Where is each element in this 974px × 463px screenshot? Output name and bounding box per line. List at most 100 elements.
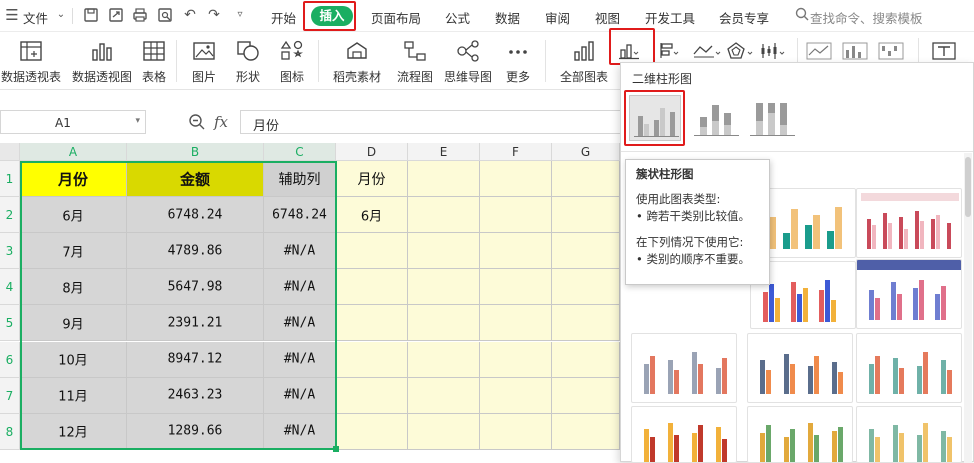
column-header[interactable]: B [127,143,264,161]
chart-template-thumbnail[interactable] [856,188,962,258]
table-cell[interactable]: 6月 [336,197,408,234]
table-cell[interactable] [408,269,480,306]
tab-insert[interactable]: 插入 [311,6,353,26]
pivot-table-button[interactable]: 数据透视表 [0,32,62,90]
spreadsheet-grid[interactable]: A B C D E F G 1 月份 金额 辅助列 月份 2 6月 6748.24 6748.2… [0,143,620,462]
chart-template-thumbnail[interactable] [631,333,737,403]
table-button[interactable]: 表格 [138,32,170,90]
table-cell[interactable]: 1289.66 [127,413,264,450]
sparkline-column-icon[interactable] [842,42,868,60]
table-cell[interactable] [552,413,620,450]
table-cell[interactable]: #N/A [264,233,336,270]
chart-template-thumbnail[interactable] [856,259,962,329]
shape-button[interactable]: 形状 [228,32,268,90]
table-cell[interactable]: 2463.23 [127,377,264,414]
table-cell[interactable]: 辅助列 [264,161,336,198]
table-cell[interactable]: 2391.21 [127,305,264,342]
command-search[interactable]: 查找命令、搜索模板 [810,8,923,27]
row-header[interactable]: 5 [0,305,20,342]
row-header[interactable]: 1 [0,161,20,198]
chart-template-thumbnail[interactable] [856,406,962,463]
sparkline-winloss-icon[interactable] [878,42,904,60]
textbox-icon[interactable] [932,42,956,60]
column-header[interactable]: A [20,143,127,161]
stock-chart-icon[interactable] [759,42,789,60]
table-cell[interactable]: #N/A [264,413,336,450]
table-cell[interactable]: 12月 [20,413,127,450]
table-cell[interactable] [480,341,552,378]
table-cell[interactable]: 8月 [20,269,127,306]
table-cell[interactable]: 4789.86 [127,233,264,270]
all-charts-button[interactable]: 全部图表 [552,32,616,90]
table-cell[interactable]: 月份 [20,161,127,198]
table-cell[interactable] [552,377,620,414]
bar-chart-icon[interactable] [659,42,681,60]
table-cell[interactable]: 10月 [20,341,127,378]
table-cell[interactable]: 6月 [20,197,127,234]
percent-stacked-column-option[interactable] [746,95,798,141]
table-cell[interactable] [408,341,480,378]
table-cell[interactable] [480,377,552,414]
print-preview-icon[interactable] [157,7,173,23]
table-cell[interactable]: #N/A [264,377,336,414]
table-cell[interactable] [336,341,408,378]
column-header[interactable]: E [408,143,480,161]
row-header[interactable]: 7 [0,377,20,414]
table-cell[interactable] [336,377,408,414]
row-header[interactable]: 4 [0,269,20,306]
table-cell[interactable] [480,233,552,270]
table-cell[interactable] [480,305,552,342]
table-cell[interactable] [552,161,620,198]
table-cell[interactable]: 6748.24 [127,197,264,234]
print-icon[interactable] [132,7,148,23]
table-cell[interactable]: #N/A [264,305,336,342]
tab-view[interactable]: 视图 [595,8,620,27]
clustered-column-option[interactable] [629,95,681,141]
fill-handle[interactable] [333,446,339,452]
tab-home[interactable]: 开始 [271,8,296,27]
pivot-chart-button[interactable]: 数据透视图 [70,32,134,90]
column-header[interactable]: G [552,143,620,161]
tab-developer[interactable]: 开发工具 [645,8,695,27]
table-cell[interactable]: 6748.24 [264,197,336,234]
fx-button[interactable]: fx [214,113,228,131]
table-cell[interactable] [552,197,620,234]
tab-page-layout[interactable]: 页面布局 [371,8,421,27]
radar-chart-icon[interactable] [726,42,756,60]
table-cell[interactable]: 月份 [336,161,408,198]
table-cell[interactable] [408,413,480,450]
table-cell[interactable] [480,413,552,450]
table-cell[interactable] [336,413,408,450]
mindmap-button[interactable]: 思维导图 [442,32,494,90]
table-cell[interactable] [480,161,552,198]
table-cell[interactable]: 11月 [20,377,127,414]
table-cell[interactable] [408,197,480,234]
picture-button[interactable]: 图片 [184,32,224,90]
table-cell[interactable]: 9月 [20,305,127,342]
chevron-down-icon[interactable]: ▾ [135,116,140,126]
save-icon[interactable] [83,7,99,23]
file-menu[interactable]: 文件 [23,8,48,27]
table-cell[interactable] [552,305,620,342]
table-cell[interactable]: 5647.98 [127,269,264,306]
more-button[interactable]: 更多 [498,32,538,90]
column-header[interactable]: F [480,143,552,161]
name-box[interactable]: A1 ▾ [0,110,146,134]
table-cell[interactable] [552,341,620,378]
customize-toolbar-icon[interactable]: ▿ [232,7,248,23]
sparkline-line-icon[interactable] [806,42,832,60]
table-cell[interactable] [408,377,480,414]
table-cell[interactable]: 7月 [20,233,127,270]
table-cell[interactable] [552,269,620,306]
column-header[interactable]: C [264,143,336,161]
chart-template-thumbnail[interactable] [856,333,962,403]
export-icon[interactable] [108,7,124,23]
table-cell[interactable] [336,305,408,342]
table-cell[interactable] [480,197,552,234]
redo-icon[interactable]: ↷ [206,7,222,23]
formula-input[interactable]: 月份 [240,110,620,134]
docer-material-button[interactable]: 稻壳素材 [328,32,386,90]
tab-data[interactable]: 数据 [495,8,520,27]
table-cell[interactable] [408,233,480,270]
table-cell[interactable] [552,233,620,270]
